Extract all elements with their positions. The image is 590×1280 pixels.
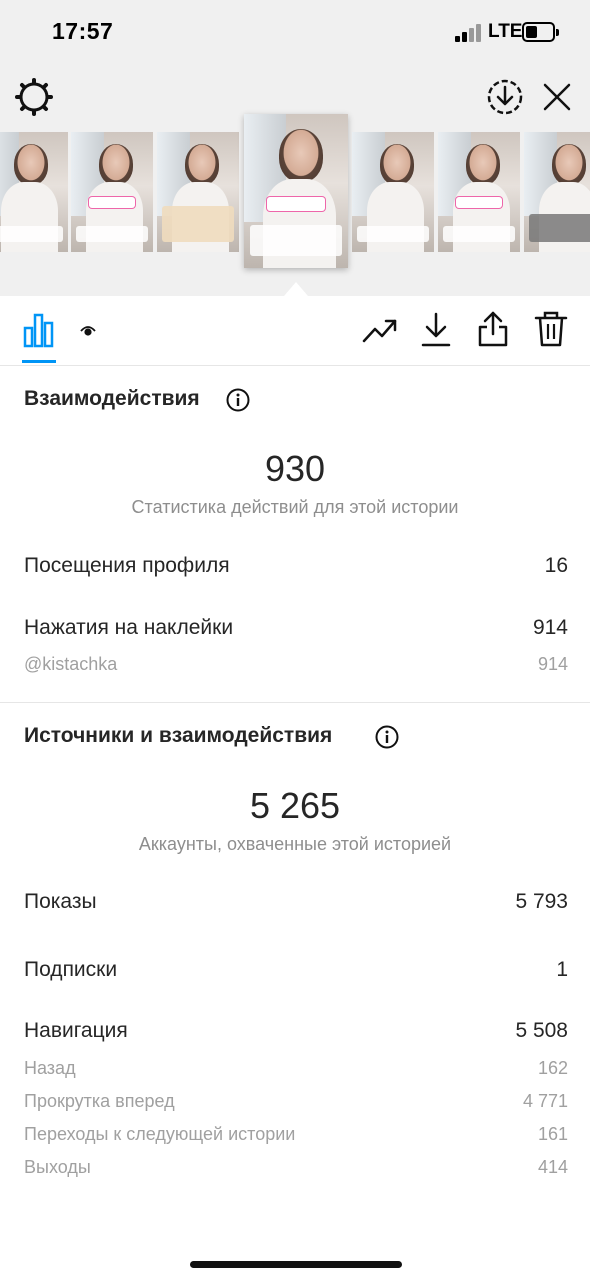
active-tab-indicator	[22, 360, 56, 363]
interactions-title: Взаимодействия	[24, 387, 200, 410]
back-label: Назад	[24, 1058, 76, 1078]
close-icon[interactable]	[539, 79, 575, 115]
story-thumbnail-strip	[0, 114, 590, 274]
home-indicator[interactable]	[190, 1261, 402, 1268]
info-icon[interactable]	[375, 725, 399, 749]
exits-label: Выходы	[24, 1157, 91, 1177]
story-thumbnail-selected[interactable]	[244, 114, 348, 268]
story-thumbnail[interactable]	[524, 132, 590, 252]
sticker-mention-value: 914	[537, 654, 568, 674]
download-circle-icon[interactable]	[485, 77, 525, 117]
story-thumbnail[interactable]	[352, 132, 434, 252]
info-icon[interactable]	[226, 388, 250, 412]
story-thumbnail[interactable]	[438, 132, 520, 252]
next-story-label: Переходы к следующей истории	[24, 1124, 296, 1144]
battery-icon	[522, 22, 559, 42]
story-thumbnail[interactable]	[0, 132, 68, 252]
section-divider	[0, 702, 590, 703]
trending-up-icon[interactable]	[362, 315, 398, 345]
sticker-taps-label: Нажатия на наклейки	[24, 616, 234, 639]
profile-visits-label: Посещения профиля	[24, 554, 230, 577]
signal-icon	[455, 24, 483, 42]
settings-gear-icon[interactable]	[14, 77, 54, 117]
story-preview-area: 17:57 LTE	[0, 0, 590, 296]
impressions-label: Показы	[24, 890, 97, 913]
story-thumbnail[interactable]	[71, 132, 153, 252]
navigation-label: Навигация	[24, 1019, 128, 1042]
interactions-total: 930	[264, 448, 326, 489]
download-icon[interactable]	[420, 311, 452, 349]
discovery-title: Источники и взаимодействия	[24, 724, 333, 747]
selected-story-pointer	[284, 282, 308, 296]
next-story-value: 161	[537, 1124, 568, 1144]
exits-value: 414	[537, 1157, 568, 1177]
forward-value: 4 771	[522, 1091, 568, 1111]
back-value: 162	[537, 1058, 568, 1078]
trash-icon[interactable]	[534, 310, 568, 348]
insights-toolbar	[0, 296, 590, 366]
profile-visits-value: 16	[544, 554, 568, 577]
bar-chart-icon[interactable]	[22, 312, 56, 348]
discovery-total: 5 265	[249, 785, 341, 826]
follows-value: 1	[556, 958, 568, 981]
impressions-value: 5 793	[515, 890, 568, 913]
sticker-taps-value: 914	[532, 616, 568, 639]
sticker-mention-label[interactable]: @kistachka	[24, 654, 117, 675]
share-icon[interactable]	[477, 310, 509, 348]
status-time: 17:57	[52, 18, 114, 44]
navigation-value: 5 508	[515, 1019, 568, 1042]
follows-label: Подписки	[24, 958, 118, 981]
discovery-caption: Аккаунты, охваченные этой историей	[138, 834, 452, 854]
story-thumbnail[interactable]	[157, 132, 239, 252]
interactions-caption: Статистика действий для этой истории	[131, 497, 459, 517]
status-bar: 17:57 LTE	[0, 0, 590, 66]
eye-icon[interactable]	[80, 324, 96, 338]
forward-label: Прокрутка вперед	[24, 1091, 175, 1111]
network-type: LTE	[488, 21, 523, 42]
